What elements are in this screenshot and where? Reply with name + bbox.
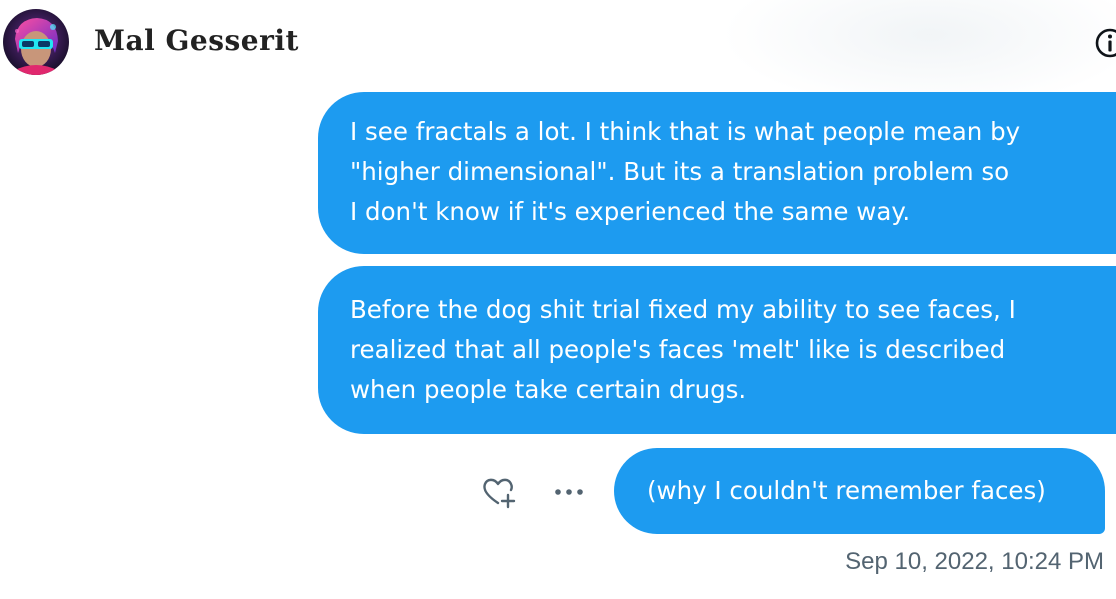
add-reaction-button[interactable] (478, 472, 518, 512)
dm-conversation-view: Mal Gesserit I see fractals a lot. I thi… (0, 0, 1116, 599)
message-timestamp: Sep 10, 2022, 10:24 PM (845, 548, 1104, 575)
message-bubble[interactable]: Before the dog shit trial fixed my abili… (318, 266, 1116, 434)
avatar[interactable] (3, 9, 69, 75)
info-icon (1095, 28, 1116, 58)
conversation-user-name[interactable]: Mal Gesserit (94, 24, 299, 57)
message-bubble[interactable]: (why I couldn't remember faces) (614, 448, 1105, 534)
message-more-button[interactable] (552, 484, 588, 500)
conversation-header: Mal Gesserit (0, 0, 1116, 110)
info-button[interactable] (1093, 26, 1116, 60)
heart-plus-icon (483, 478, 516, 509)
message-bubble[interactable]: I see fractals a lot. I think that is wh… (318, 92, 1116, 254)
more-horizontal-icon (555, 489, 583, 495)
avatar-image (3, 9, 69, 75)
